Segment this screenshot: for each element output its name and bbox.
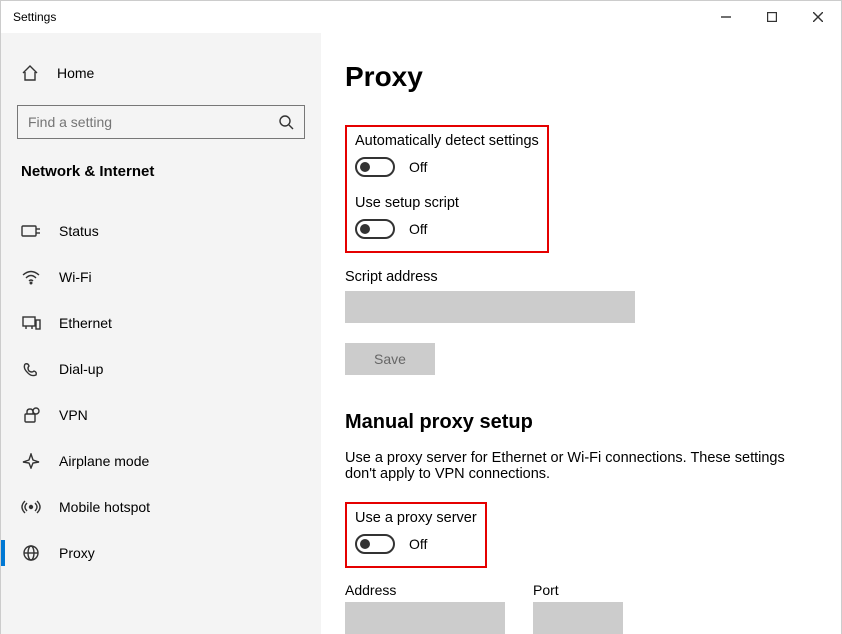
use-proxy-label: Use a proxy server (355, 510, 477, 526)
script-address-input (345, 291, 635, 323)
search-box[interactable] (17, 105, 305, 139)
manual-section-header: Manual proxy setup (345, 411, 817, 434)
minimize-button[interactable] (703, 1, 749, 33)
port-label: Port (533, 582, 623, 598)
sidebar-item-label: VPN (59, 407, 88, 423)
setup-script-toggle[interactable] (355, 219, 395, 239)
sidebar-item-label: Status (59, 223, 99, 239)
sidebar-item-status[interactable]: Status (17, 208, 305, 254)
hotspot-icon (21, 499, 41, 515)
sidebar-item-proxy[interactable]: Proxy (17, 530, 305, 576)
sidebar-item-vpn[interactable]: VPN (17, 392, 305, 438)
sidebar-item-label: Mobile hotspot (59, 499, 150, 515)
sidebar-item-airplane[interactable]: Airplane mode (17, 438, 305, 484)
sidebar-item-hotspot[interactable]: Mobile hotspot (17, 484, 305, 530)
maximize-button[interactable] (749, 1, 795, 33)
save-button: Save (345, 343, 435, 375)
close-button[interactable] (795, 1, 841, 33)
port-input (533, 602, 623, 634)
sidebar-item-wifi[interactable]: Wi-Fi (17, 254, 305, 300)
home-nav[interactable]: Home (17, 53, 305, 93)
close-icon (813, 12, 823, 22)
setup-script-state: Off (409, 221, 427, 237)
main-content: Proxy Automatically detect settings Off … (321, 33, 841, 634)
sidebar-item-label: Dial-up (59, 361, 103, 377)
address-label: Address (345, 582, 505, 598)
proxy-icon (21, 545, 41, 561)
page-title: Proxy (345, 61, 817, 93)
titlebar: Settings (1, 1, 841, 33)
use-proxy-state: Off (409, 536, 427, 552)
manual-section-desc: Use a proxy server for Ethernet or Wi-Fi… (345, 450, 785, 482)
highlight-auto-section: Automatically detect settings Off Use se… (345, 125, 549, 253)
highlight-proxy-section: Use a proxy server Off (345, 502, 487, 568)
home-icon (21, 64, 39, 82)
address-input (345, 602, 505, 634)
home-label: Home (57, 65, 94, 81)
sidebar-item-ethernet[interactable]: Ethernet (17, 300, 305, 346)
vpn-icon (21, 407, 41, 423)
ethernet-icon (21, 315, 41, 331)
search-input[interactable] (28, 114, 278, 130)
search-icon (278, 114, 294, 130)
dialup-icon (21, 361, 41, 377)
script-address-label: Script address (345, 269, 817, 285)
setup-script-label: Use setup script (355, 195, 539, 211)
window-title: Settings (13, 10, 56, 24)
sidebar-item-label: Airplane mode (59, 453, 149, 469)
minimize-icon (721, 12, 731, 22)
airplane-icon (21, 453, 41, 469)
wifi-icon (21, 269, 41, 285)
window-controls (703, 1, 841, 33)
sidebar-item-label: Proxy (59, 545, 95, 561)
status-icon (21, 223, 41, 239)
auto-detect-toggle[interactable] (355, 157, 395, 177)
sidebar: Home Network & Internet Status Wi-Fi (1, 33, 321, 634)
sidebar-item-label: Wi-Fi (59, 269, 92, 285)
sidebar-item-dialup[interactable]: Dial-up (17, 346, 305, 392)
maximize-icon (767, 12, 777, 22)
category-header: Network & Internet (17, 163, 305, 180)
auto-detect-label: Automatically detect settings (355, 133, 539, 149)
use-proxy-toggle[interactable] (355, 534, 395, 554)
auto-detect-state: Off (409, 159, 427, 175)
sidebar-item-label: Ethernet (59, 315, 112, 331)
